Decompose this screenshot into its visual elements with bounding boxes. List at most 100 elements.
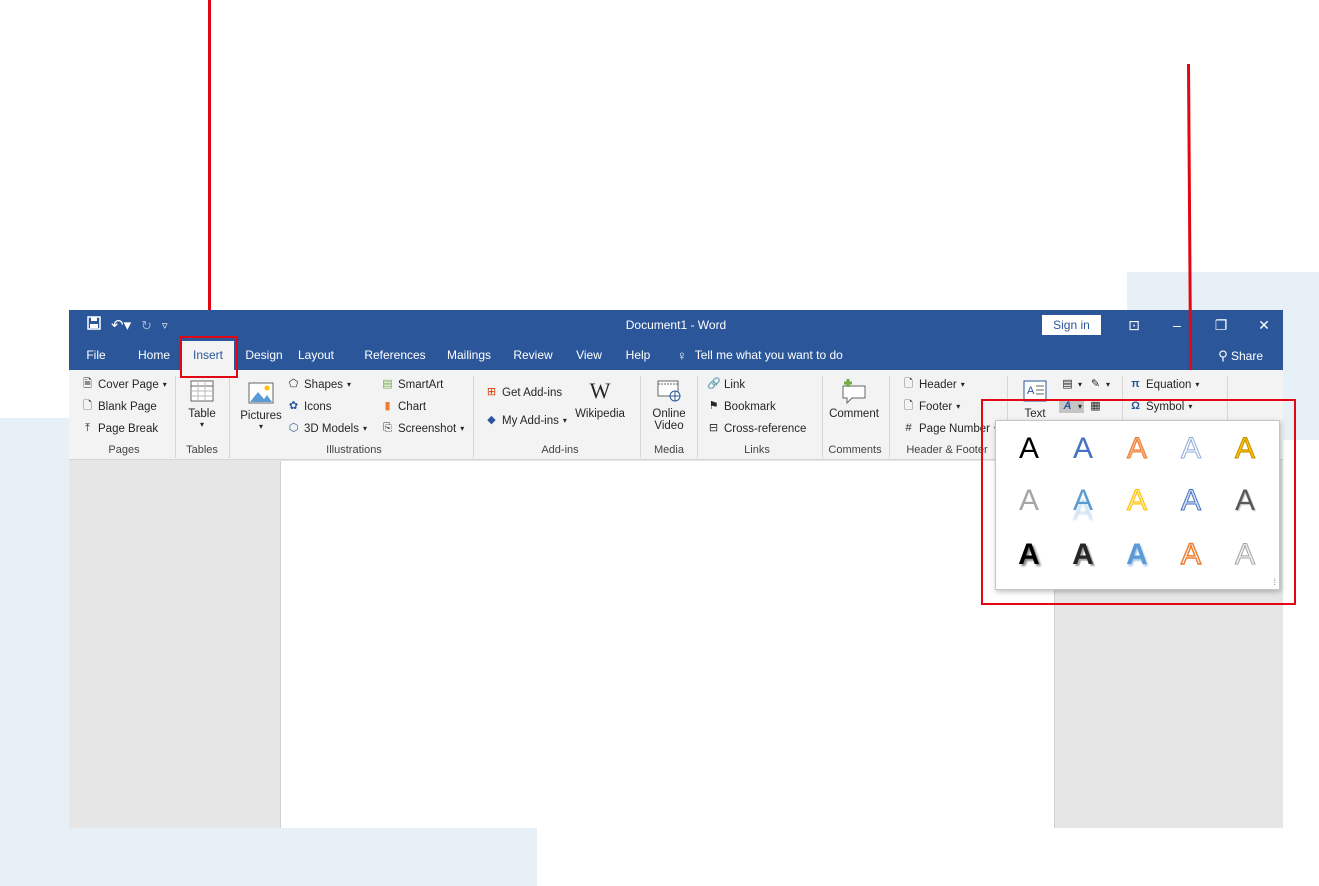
cross-reference-button[interactable]: ⊟ Cross-reference	[707, 422, 807, 435]
ribbon-tabs: File Home Insert Design Layout Reference…	[69, 341, 1283, 370]
equation-button[interactable]: π Equation ▾	[1129, 378, 1199, 391]
shapes-button[interactable]: ⬠ Shapes ▾	[287, 378, 351, 391]
footer-button[interactable]: 🗋 Footer ▾	[902, 400, 960, 413]
pictures-label: Pictures	[240, 410, 282, 422]
signature-line-button[interactable]: ✎ ▾	[1089, 378, 1110, 391]
pictures-icon	[246, 378, 276, 408]
header-icon: 🗋	[904, 378, 913, 390]
title-bar: ↶▾ ↻ ▿ Document1 - Word Sign in ⊡ – ❐ ✕	[69, 310, 1283, 341]
table-label: Table	[188, 408, 216, 420]
annotation-box-wordart	[981, 399, 1296, 605]
get-addins-label: Get Add-ins	[502, 386, 563, 399]
tab-view[interactable]: View	[571, 341, 607, 370]
quick-parts-button[interactable]: ▤ ▾	[1061, 378, 1082, 391]
tab-mailings[interactable]: Mailings	[443, 341, 495, 370]
online-video-label-2: Video	[654, 420, 684, 432]
smartart-label: SmartArt	[398, 378, 444, 391]
document-margin-left	[69, 461, 280, 828]
tab-review[interactable]: Review	[509, 341, 557, 370]
my-addins-button[interactable]: ◆ My Add-ins ▾	[485, 414, 567, 427]
table-icon	[187, 376, 217, 406]
lightbulb-icon: ♀	[677, 348, 687, 363]
footer-label: Footer	[919, 400, 953, 413]
page-break-label: Page Break	[98, 422, 159, 435]
background-block-left	[0, 418, 69, 886]
bookmark-label: Bookmark	[724, 400, 776, 413]
signature-icon: ✎	[1090, 378, 1101, 390]
group-label-tables: Tables	[186, 444, 218, 456]
tab-design[interactable]: Design	[240, 341, 288, 370]
group-label-addins: Add-ins	[541, 444, 579, 456]
screenshot-button[interactable]: ⎘ Screenshot ▾	[381, 422, 464, 435]
icons-label: Icons	[304, 400, 332, 413]
online-video-button[interactable]: Online Video	[647, 376, 691, 432]
blank-page-button[interactable]: 🗋 Blank Page	[81, 400, 157, 413]
group-label-media: Media	[654, 444, 684, 456]
separator	[822, 376, 823, 458]
comment-icon	[839, 376, 869, 406]
page-break-button[interactable]: ⤒ Page Break	[81, 422, 158, 435]
share-label: Share	[1230, 349, 1263, 363]
tab-help[interactable]: Help	[620, 341, 656, 370]
online-video-label: Online	[652, 408, 686, 420]
group-label-links: Links	[744, 444, 770, 456]
blank-page-icon: 🗋	[83, 400, 92, 412]
group-label-comments: Comments	[828, 444, 882, 456]
restore-icon[interactable]: ❐	[1206, 315, 1236, 335]
my-addins-icon: ◆	[487, 414, 496, 426]
cross-reference-label: Cross-reference	[724, 422, 807, 435]
bookmark-button[interactable]: ⚑ Bookmark	[707, 400, 776, 413]
header-button[interactable]: 🗋 Header ▾	[902, 378, 965, 391]
tab-home[interactable]: Home	[132, 341, 176, 370]
link-icon: 🔗	[707, 378, 721, 390]
cover-page-icon: 🗎	[83, 378, 92, 390]
group-label-pages: Pages	[108, 444, 140, 456]
ribbon-display-icon[interactable]: ⊡	[1119, 315, 1149, 335]
annotation-line-insert	[208, 0, 211, 310]
cover-page-button[interactable]: 🗎 Cover Page ▾	[81, 378, 167, 391]
separator	[640, 376, 641, 458]
separator	[175, 376, 176, 458]
pictures-button[interactable]: Pictures ▾	[239, 378, 283, 431]
online-video-icon	[654, 376, 684, 406]
link-label: Link	[724, 378, 746, 391]
store-icon: ⊞	[486, 386, 497, 398]
shapes-icon: ⬠	[288, 378, 299, 390]
annotation-box-insert	[180, 336, 238, 378]
tell-me-box[interactable]: ♀ Tell me what you want to do	[677, 341, 843, 370]
table-button[interactable]: Table ▾	[182, 376, 222, 429]
screenshot-label: Screenshot	[398, 422, 457, 435]
header-label: Header	[919, 378, 957, 391]
share-button[interactable]: ⚲ Share	[1218, 341, 1263, 370]
group-label-illustrations: Illustrations	[326, 444, 382, 456]
cover-page-label: Cover Page	[98, 378, 159, 391]
3d-models-label: 3D Models	[304, 422, 359, 435]
tab-file[interactable]: File	[81, 341, 111, 370]
chart-button[interactable]: ▮ Chart	[381, 400, 426, 413]
smartart-icon: ▤	[382, 378, 393, 390]
separator	[697, 376, 698, 458]
get-addins-button[interactable]: ⊞ Get Add-ins	[485, 386, 562, 399]
smartart-button[interactable]: ▤ SmartArt	[381, 378, 443, 391]
sign-in-button[interactable]: Sign in	[1042, 315, 1101, 335]
minimize-icon[interactable]: –	[1162, 315, 1192, 335]
separator	[889, 376, 890, 458]
pi-icon: π	[1131, 378, 1140, 390]
document-page[interactable]	[280, 461, 1055, 828]
tab-layout[interactable]: Layout	[293, 341, 339, 370]
wikipedia-icon: W	[589, 378, 611, 403]
close-icon[interactable]: ✕	[1249, 315, 1279, 335]
screenshot-icon: ⎘	[383, 422, 392, 434]
background-block-bottom	[69, 828, 537, 886]
wikipedia-button[interactable]: W Wikipedia	[567, 376, 633, 420]
3d-models-icon: ⬡	[288, 422, 299, 434]
wikipedia-label: Wikipedia	[575, 408, 625, 420]
link-button[interactable]: 🔗 Link	[707, 378, 745, 391]
tab-references[interactable]: References	[363, 341, 427, 370]
chart-label: Chart	[398, 400, 427, 413]
icons-button[interactable]: ✿ Icons	[287, 400, 332, 413]
comment-button[interactable]: Comment	[825, 376, 883, 420]
comment-label: Comment	[829, 408, 879, 420]
cross-reference-icon: ⊟	[708, 422, 719, 434]
3d-models-button[interactable]: ⬡ 3D Models ▾	[287, 422, 367, 435]
